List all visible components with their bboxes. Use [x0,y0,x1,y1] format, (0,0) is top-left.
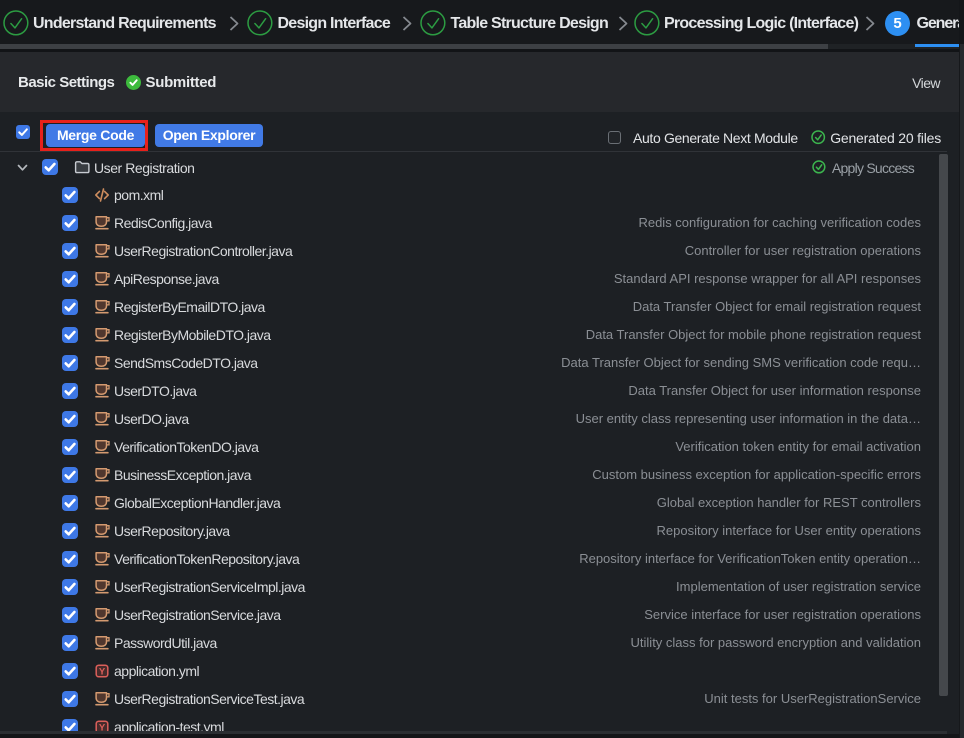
svg-text:Y: Y [98,666,105,677]
